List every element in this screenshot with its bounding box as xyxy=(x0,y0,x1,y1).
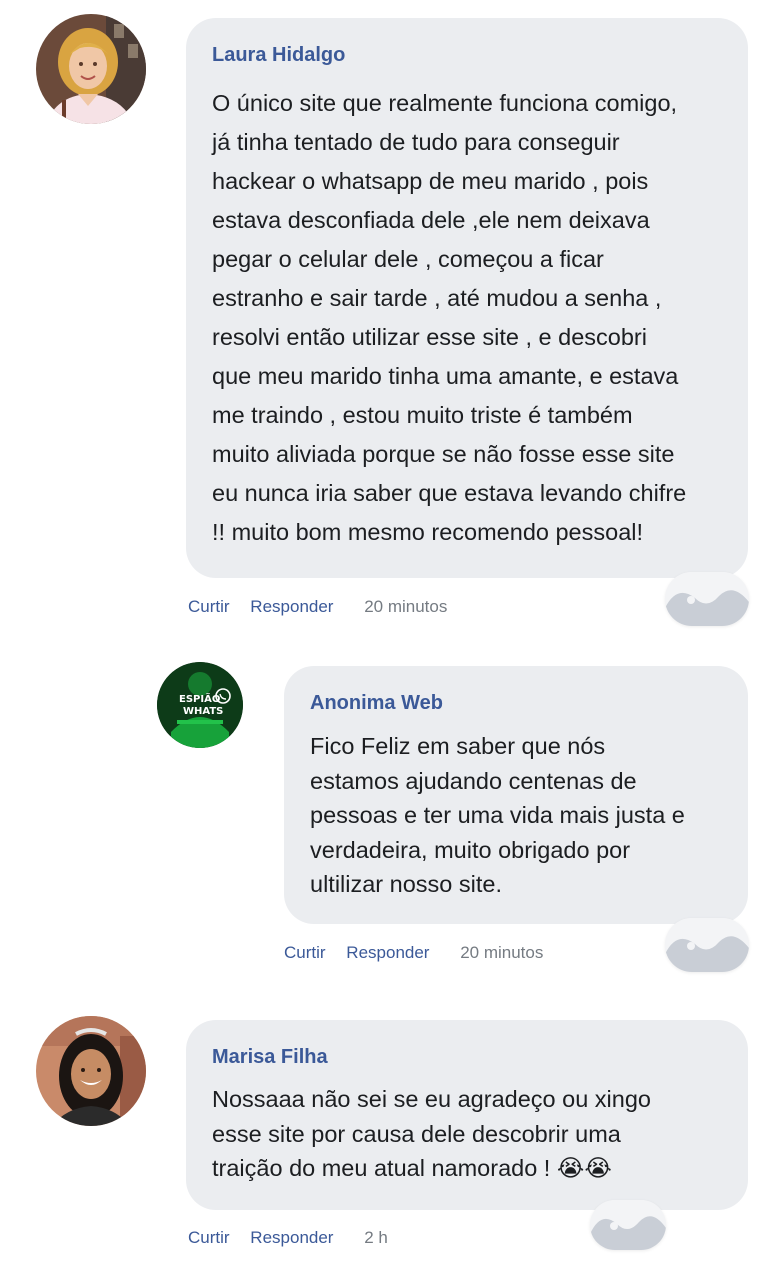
avatar[interactable] xyxy=(36,1016,146,1126)
comment-text: Fico Feliz em saber que nós estamos ajud… xyxy=(310,729,685,902)
reaction-icon[interactable] xyxy=(590,1200,666,1250)
comment-actions: Curtir Responder 20 minutos xyxy=(284,943,543,963)
avatar[interactable] xyxy=(36,14,146,124)
avatar-label-top: ESPIÃO xyxy=(179,692,220,705)
like-link[interactable]: Curtir xyxy=(188,597,230,616)
comment-line: resolvi então utilizar esse site , e des… xyxy=(212,324,647,350)
comment-thread: Laura Hidalgo O único site que realmente… xyxy=(0,0,768,1270)
comment-timestamp: 2 h xyxy=(364,1228,388,1247)
comment-line: muito aliviada porque se não fosse esse … xyxy=(212,441,675,467)
comment-line: O único site que realmente funciona comi… xyxy=(212,90,678,116)
comment-timestamp: 20 minutos xyxy=(460,943,544,962)
comment-line: me traindo , estou muito triste é também xyxy=(212,402,633,428)
comment-line: !! muito bom mesmo recomendo pessoal! xyxy=(212,519,644,545)
comment-line: estamos ajudando centenas de xyxy=(310,767,637,794)
comment-line: pessoas e ter uma vida mais justa e xyxy=(310,802,685,828)
like-link[interactable]: Curtir xyxy=(188,1228,230,1247)
wave-icon xyxy=(665,572,749,626)
comment-text: O único site que realmente funciona comi… xyxy=(212,84,686,552)
comment-line: traição do meu atual namorado ! 😭😭 xyxy=(212,1155,612,1181)
wave-icon xyxy=(590,1200,666,1250)
comment-line: que meu marido tinha uma amante, e estav… xyxy=(212,363,679,389)
comment-line: eu nunca iria saber que estava levando c… xyxy=(212,480,687,506)
comment-line: verdadeira, muito obrigado por xyxy=(310,836,631,863)
avatar[interactable]: ESPIÃO WHATS xyxy=(157,662,243,748)
comment-line: estava desconfiada dele ,ele nem deixava xyxy=(212,207,650,233)
comment-text: Nossaaa não sei se eu agradeço ou xingo … xyxy=(212,1082,651,1186)
profile-photo-icon xyxy=(36,1016,146,1126)
comment-line: já tinha tentado de tudo para conseguir xyxy=(212,129,620,155)
comment-line: Nossaaa não sei se eu agradeço ou xingo xyxy=(212,1086,651,1112)
comment-line: esse site por causa dele descobrir uma xyxy=(212,1120,621,1147)
reaction-icon[interactable] xyxy=(665,572,749,626)
wave-icon xyxy=(665,918,749,972)
avatar-label-bottom: WHATS xyxy=(183,706,223,717)
reaction-icon[interactable] xyxy=(665,918,749,972)
comment-line: ultilizar nosso site. xyxy=(310,871,502,897)
comment-author[interactable]: Marisa Filha xyxy=(212,1046,328,1069)
comment-actions: Curtir Responder 2 h xyxy=(188,1228,388,1248)
comment-author[interactable]: Laura Hidalgo xyxy=(212,44,345,67)
comment-line: pegar o celular dele , começou a ficar xyxy=(212,246,604,272)
reply-link[interactable]: Responder xyxy=(250,1228,333,1247)
like-link[interactable]: Curtir xyxy=(284,943,326,962)
profile-photo-icon xyxy=(36,14,146,124)
reply-link[interactable]: Responder xyxy=(346,943,429,962)
comment-line: estranho e sair tarde , até mudou a senh… xyxy=(212,285,662,311)
comment-timestamp: 20 minutos xyxy=(364,597,448,616)
comment-author[interactable]: Anonima Web xyxy=(310,692,443,715)
comment-actions: Curtir Responder 20 minutos xyxy=(188,597,447,617)
spy-whats-logo-icon: ESPIÃO WHATS xyxy=(157,662,243,748)
comment-line: Fico Feliz em saber que nós xyxy=(310,733,606,759)
reply-link[interactable]: Responder xyxy=(250,597,333,616)
comment-line: hackear o whatsapp de meu marido , pois xyxy=(212,168,649,194)
